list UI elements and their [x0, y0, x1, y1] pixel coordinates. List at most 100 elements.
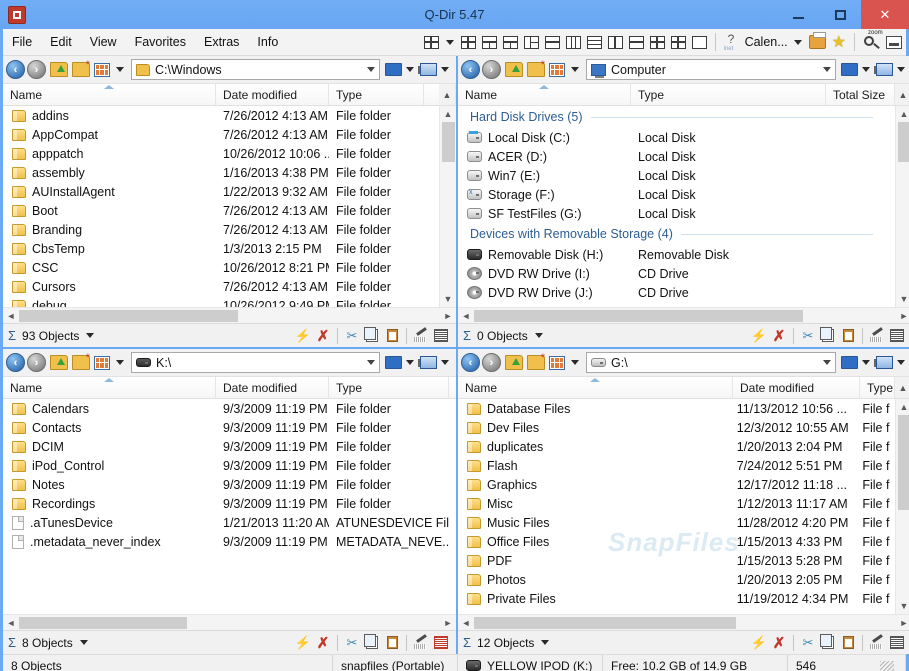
view-grid-icon[interactable]: [94, 356, 110, 370]
pane-4-address-input[interactable]: G:\: [586, 352, 836, 373]
address-dropdown-caret-icon[interactable]: [367, 67, 375, 72]
up-folder-icon[interactable]: [505, 355, 523, 370]
layout-horizontal-icon[interactable]: [545, 36, 560, 49]
delete-red-x-icon[interactable]: ✗: [313, 634, 333, 652]
table-row[interactable]: Local Disk (C:)Local Disk: [458, 128, 895, 147]
hscroll-thumb[interactable]: [474, 310, 803, 322]
rename-pen-icon[interactable]: [867, 634, 887, 652]
scroll-down-button[interactable]: ▼: [440, 291, 457, 307]
table-row[interactable]: duplicates1/20/2013 2:04 PMFile f: [458, 437, 895, 456]
pane-4-vertical-scrollbar[interactable]: ▲ ▼: [895, 399, 909, 614]
layout-dropdown-caret-icon[interactable]: [446, 40, 454, 45]
view-dropdown-caret-icon[interactable]: [116, 67, 124, 72]
favorites-star-icon[interactable]: ★: [832, 32, 846, 52]
close-button[interactable]: ✕: [861, 0, 909, 29]
up-folder-icon[interactable]: [50, 355, 68, 370]
scroll-left-button[interactable]: ◄: [3, 618, 19, 628]
scroll-right-button[interactable]: ►: [896, 311, 909, 321]
select-grid-icon[interactable]: [431, 327, 451, 345]
select-grid-icon[interactable]: [887, 634, 907, 652]
layout-quad2-icon[interactable]: [461, 36, 476, 49]
status-dropdown-caret-icon[interactable]: [535, 333, 543, 338]
address-dropdown-caret-icon[interactable]: [823, 360, 831, 365]
scroll-thumb[interactable]: [442, 122, 455, 162]
column-header-name[interactable]: Name: [458, 84, 631, 105]
scroll-thumb[interactable]: [898, 122, 909, 162]
pane-1-horizontal-scrollbar[interactable]: ◄ ►: [3, 307, 456, 323]
copy-icon[interactable]: [818, 634, 838, 652]
pane-3-address-input[interactable]: K:\: [131, 352, 380, 373]
scroll-right-button[interactable]: ►: [440, 311, 456, 321]
layout-three-vertical-icon[interactable]: [566, 36, 581, 49]
select-grid-icon[interactable]: [887, 327, 907, 345]
table-row[interactable]: Office Files1/15/2013 4:33 PMFile f: [458, 532, 895, 551]
scroll-left-button[interactable]: ◄: [458, 311, 474, 321]
forward-button[interactable]: ›: [27, 353, 46, 372]
view-dropdown-caret-icon[interactable]: [571, 67, 579, 72]
table-row[interactable]: DVD RW Drive (I:)CD Drive: [458, 264, 895, 283]
cut-scissors-icon[interactable]: ✂: [798, 327, 818, 345]
inet-icon[interactable]: ?inet: [724, 33, 742, 51]
scroll-thumb[interactable]: [898, 415, 909, 510]
cut-scissors-icon[interactable]: ✂: [342, 634, 362, 652]
bolt-icon[interactable]: ⚡: [749, 634, 769, 652]
printer-icon[interactable]: [809, 35, 826, 49]
pane-2-explorer-button[interactable]: [876, 63, 909, 76]
menu-edit[interactable]: Edit: [41, 32, 81, 52]
table-row[interactable]: Calendars9/3/2009 11:19 PMFile folder: [3, 399, 456, 418]
table-row[interactable]: AUInstallAgent1/22/2013 9:32 AMFile fold…: [3, 182, 439, 201]
delete-red-x-icon[interactable]: ✗: [769, 327, 789, 345]
table-row[interactable]: assembly1/16/2013 4:38 PMFile folder: [3, 163, 439, 182]
menu-info[interactable]: Info: [248, 32, 287, 52]
copy-icon[interactable]: [362, 327, 382, 345]
hscroll-thumb[interactable]: [19, 310, 238, 322]
forward-button[interactable]: ›: [482, 60, 501, 79]
column-header-type[interactable]: Type: [329, 84, 424, 105]
layout-three-horizontal-icon[interactable]: [587, 36, 602, 49]
paste-icon[interactable]: [838, 327, 858, 345]
table-row[interactable]: iPod_Control9/3/2009 11:19 PMFile folder: [3, 456, 456, 475]
pane-3-view-button[interactable]: [385, 356, 418, 369]
column-header-name[interactable]: Name: [458, 377, 733, 398]
hscroll-track[interactable]: [19, 308, 440, 324]
minimize-button[interactable]: [777, 0, 819, 29]
layout-split-bottom-icon[interactable]: [482, 36, 497, 49]
table-row[interactable]: Recordings9/3/2009 11:19 PMFile folder: [3, 494, 456, 513]
bolt-icon[interactable]: ⚡: [293, 634, 313, 652]
status-dropdown-caret-icon[interactable]: [541, 640, 549, 645]
column-header-date-modified[interactable]: Date modified: [216, 377, 329, 398]
scroll-down-button[interactable]: ▼: [896, 291, 909, 307]
delete-red-x-icon[interactable]: ✗: [313, 327, 333, 345]
table-row[interactable]: Notes9/3/2009 11:19 PMFile folder: [3, 475, 456, 494]
view-grid-icon[interactable]: [94, 63, 110, 77]
table-row[interactable]: AppCompat7/26/2012 4:13 AMFile folder: [3, 125, 439, 144]
hscroll-thumb[interactable]: [474, 617, 736, 629]
table-row[interactable]: Branding7/26/2012 4:13 AMFile folder: [3, 220, 439, 239]
menu-view[interactable]: View: [81, 32, 126, 52]
maximize-button[interactable]: [819, 0, 861, 29]
scroll-right-button[interactable]: ►: [440, 618, 456, 628]
table-row[interactable]: PDF1/15/2013 5:28 PMFile f: [458, 551, 895, 570]
up-folder-icon[interactable]: [505, 62, 523, 77]
hscroll-track[interactable]: [19, 615, 440, 631]
paste-icon[interactable]: [838, 634, 858, 652]
back-button[interactable]: ‹: [461, 353, 480, 372]
table-row[interactable]: .aTunesDevice1/21/2013 11:20 AMATUNESDEV…: [3, 513, 456, 532]
back-button[interactable]: ‹: [461, 60, 480, 79]
cut-scissors-icon[interactable]: ✂: [798, 634, 818, 652]
pane-3-horizontal-scrollbar[interactable]: ◄ ►: [3, 614, 456, 630]
menu-extras[interactable]: Extras: [195, 32, 248, 52]
scroll-track[interactable]: [440, 122, 457, 291]
layout-horizontal2-icon[interactable]: [629, 36, 644, 49]
table-row[interactable]: Misc1/12/2013 11:17 AMFile f: [458, 494, 895, 513]
pane-1-address-input[interactable]: C:\Windows: [131, 59, 380, 80]
scroll-track[interactable]: [896, 415, 909, 598]
bolt-icon[interactable]: ⚡: [749, 327, 769, 345]
new-folder-icon[interactable]: [72, 355, 90, 370]
pane-4-file-list[interactable]: Database Files11/13/2012 10:56 ...File f…: [458, 399, 909, 614]
calendar-label[interactable]: Calen...: [745, 35, 788, 49]
pane-4-explorer-button[interactable]: [876, 356, 909, 369]
column-header-date-modified[interactable]: Date modified: [733, 377, 860, 398]
table-row[interactable]: Graphics12/17/2012 11:18 ...File f: [458, 475, 895, 494]
layout-mixed2-icon[interactable]: [671, 36, 686, 49]
